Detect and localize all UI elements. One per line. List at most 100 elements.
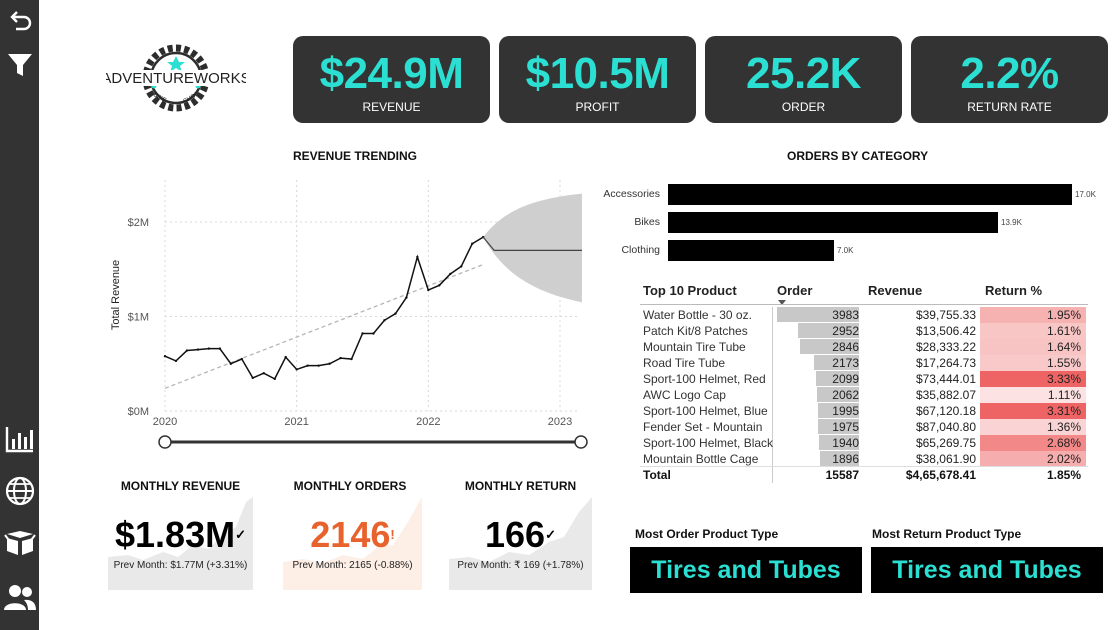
header-divider xyxy=(640,304,1088,305)
revenue-point[interactable] xyxy=(394,312,397,315)
bar-chart-icon[interactable] xyxy=(0,420,39,458)
product-name: Mountain Tire Tube xyxy=(643,340,746,354)
table-row[interactable]: Sport-100 Helmet, Black 1940 $65,269.75 2.6… xyxy=(640,435,1088,451)
revenue-value: $65,269.75 xyxy=(915,436,976,450)
globe-icon[interactable] xyxy=(0,472,39,510)
kpi-value: 2.2% xyxy=(960,49,1059,98)
revenue-value: $67,120.18 xyxy=(915,404,976,418)
return-value: 2.68% xyxy=(1046,436,1081,450)
col-header-order[interactable]: Order xyxy=(777,283,812,301)
revenue-point[interactable] xyxy=(196,348,200,351)
revenue-point[interactable] xyxy=(207,347,211,350)
revenue-point[interactable] xyxy=(460,265,463,268)
revenue-trending-chart: Total Revenue $0M $1M $2M 2020 2021 2022 2023 xyxy=(110,180,588,449)
order-value: 2062 xyxy=(832,388,859,402)
revenue-point[interactable] xyxy=(185,349,189,352)
category-bar[interactable] xyxy=(668,212,998,233)
revenue-point[interactable] xyxy=(273,377,276,381)
col-header-revenue[interactable]: Revenue xyxy=(868,283,922,301)
revenue-point[interactable] xyxy=(163,354,167,358)
table-row[interactable]: Sport-100 Helmet, Red 2099 $73,444.01 3.33% xyxy=(640,371,1088,387)
revenue-point[interactable] xyxy=(229,362,233,365)
category-value-label: 17.0K xyxy=(1075,190,1096,199)
category-bar[interactable] xyxy=(668,184,1072,205)
revenue-value: $38,061.90 xyxy=(915,452,976,466)
revenue-value: $17,264.73 xyxy=(915,356,976,370)
y-axis-label: Total Revenue xyxy=(110,260,122,330)
filter-icon[interactable] xyxy=(0,46,39,84)
monthly-return-value: 166✓ xyxy=(485,514,556,555)
most-return-type-value: Tires and Tubes xyxy=(871,547,1103,593)
category-label: Bikes xyxy=(634,216,660,228)
order-value: 1975 xyxy=(832,420,859,434)
revenue-trending-title: REVENUE TRENDING xyxy=(293,149,418,163)
gear-logo-icon: ADVENTUREWORKS BIKE SHOP xyxy=(101,44,251,112)
product-name: Fender Set - Mountain xyxy=(643,420,763,434)
revenue-point[interactable] xyxy=(218,347,222,350)
order-value: 1940 xyxy=(832,436,859,450)
trend-line xyxy=(164,263,484,389)
revenue-point[interactable] xyxy=(350,357,353,361)
revenue-point[interactable] xyxy=(405,296,408,299)
revenue-point[interactable] xyxy=(251,376,254,380)
kpi-label: PROFIT xyxy=(575,100,620,114)
users-icon[interactable] xyxy=(0,578,39,616)
monthly-return-title: MONTHLY RETURN xyxy=(464,479,577,493)
range-start-handle[interactable] xyxy=(158,435,172,449)
revenue-point[interactable] xyxy=(317,364,320,367)
revenue-point[interactable] xyxy=(471,242,474,245)
revenue-point[interactable] xyxy=(427,288,430,292)
table-row[interactable]: AWC Logo Cap 2062 $35,882.07 1.11% xyxy=(640,387,1088,403)
back-icon[interactable] xyxy=(0,2,39,40)
col-header-return[interactable]: Return % xyxy=(985,283,1042,301)
kpi-value: 25.2K xyxy=(746,49,861,98)
revenue-point[interactable] xyxy=(328,362,331,365)
return-value: 1.11% xyxy=(1047,388,1081,402)
product-name: Sport-100 Helmet, Red xyxy=(643,372,766,386)
total-revenue: $4,65,678.41 xyxy=(905,468,976,482)
table-row[interactable]: Patch Kit/8 Patches 2952 $13,506.42 1.61% xyxy=(640,323,1088,339)
table-row[interactable]: Water Bottle - 30 oz. 3983 $39,755.33 1.95% xyxy=(640,307,1088,323)
most-order-type-title: Most Order Product Type xyxy=(635,527,779,541)
col-header-product[interactable]: Top 10 Product xyxy=(643,283,737,301)
revenue-point[interactable] xyxy=(174,359,178,363)
order-value: 1995 xyxy=(832,404,859,418)
monthly-orders-prev: Prev Month: 2165 (-0.88%) xyxy=(292,560,413,571)
table-row[interactable]: Mountain Bottle Cage 1896 $38,061.90 2.02% xyxy=(640,451,1088,467)
x-tick-label: 2023 xyxy=(548,416,572,428)
revenue-point[interactable] xyxy=(240,357,244,361)
revenue-point[interactable] xyxy=(438,284,441,287)
revenue-point[interactable] xyxy=(339,356,342,360)
most-return-type-title: Most Return Product Type xyxy=(872,527,1022,541)
revenue-line[interactable] xyxy=(164,236,484,380)
product-name: Water Bottle - 30 oz. xyxy=(643,308,752,322)
revenue-point[interactable] xyxy=(416,255,419,259)
monthly-revenue-prev: Prev Month: $1.77M (+3.31%) xyxy=(113,560,248,571)
revenue-point[interactable] xyxy=(295,368,298,371)
box-icon[interactable] xyxy=(0,524,39,562)
revenue-point[interactable] xyxy=(262,372,265,375)
revenue-point[interactable] xyxy=(361,332,364,335)
monthly-orders-title: MONTHLY ORDERS xyxy=(293,479,407,493)
category-bar[interactable] xyxy=(668,240,834,261)
table-row[interactable]: Mountain Tire Tube 2846 $28,333.22 1.64% xyxy=(640,339,1088,355)
revenue-point[interactable] xyxy=(372,332,375,335)
monthly-orders-value: 2146! xyxy=(310,514,395,555)
revenue-point[interactable] xyxy=(383,319,386,322)
return-value: 1.95% xyxy=(1046,308,1081,322)
revenue-value: $73,444.01 xyxy=(915,372,976,386)
table-row[interactable]: Fender Set - Mountain 1975 $87,040.80 1.36% xyxy=(640,419,1088,435)
kpi-order-card: 25.2K ORDER xyxy=(705,36,902,123)
revenue-point[interactable] xyxy=(284,355,287,359)
range-end-handle[interactable] xyxy=(574,435,588,449)
table-row[interactable]: Road Tire Tube 2173 $17,264.73 1.55% xyxy=(640,355,1088,371)
sort-desc-icon[interactable] xyxy=(778,300,786,306)
revenue-point[interactable] xyxy=(449,272,452,276)
revenue-point[interactable] xyxy=(306,364,309,367)
table-row[interactable]: Sport-100 Helmet, Blue 1995 $67,120.18 3.31… xyxy=(640,403,1088,419)
product-name: Road Tire Tube xyxy=(643,356,726,370)
kpi-value: $24.9M xyxy=(319,49,464,98)
product-name: Sport-100 Helmet, Black xyxy=(643,436,774,450)
kpi-label: ORDER xyxy=(781,100,826,114)
check-icon: ✓ xyxy=(235,527,246,542)
